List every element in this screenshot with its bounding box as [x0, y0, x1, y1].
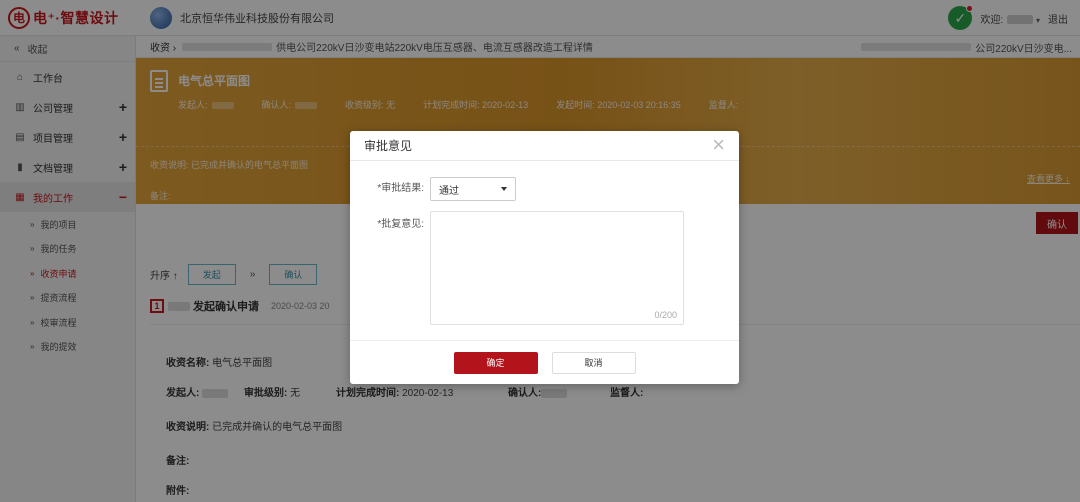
dialog-header: 审批意见 ×: [350, 131, 739, 161]
dialog-footer: 确定 取消: [350, 340, 739, 384]
result-select[interactable]: 通过: [430, 177, 516, 201]
result-label: *审批结果:: [377, 183, 424, 194]
reply-label: *批复意见:: [377, 219, 424, 230]
ok-button[interactable]: 确定: [453, 351, 538, 374]
cancel-button[interactable]: 取消: [551, 351, 636, 374]
approval-dialog: 审批意见 × *审批结果: 通过 *批复意见: 0/200 确定 取消: [350, 131, 739, 384]
result-select-value: 通过: [439, 185, 459, 197]
char-counter: 0/200: [654, 310, 677, 320]
dialog-title: 审批意见: [364, 139, 413, 153]
reply-textarea[interactable]: 0/200: [430, 211, 684, 325]
dropdown-caret-icon: [501, 187, 507, 191]
close-icon[interactable]: ×: [712, 133, 725, 157]
result-row: *审批结果: 通过: [350, 177, 516, 201]
reply-row: *批复意见: 0/200: [350, 211, 684, 325]
